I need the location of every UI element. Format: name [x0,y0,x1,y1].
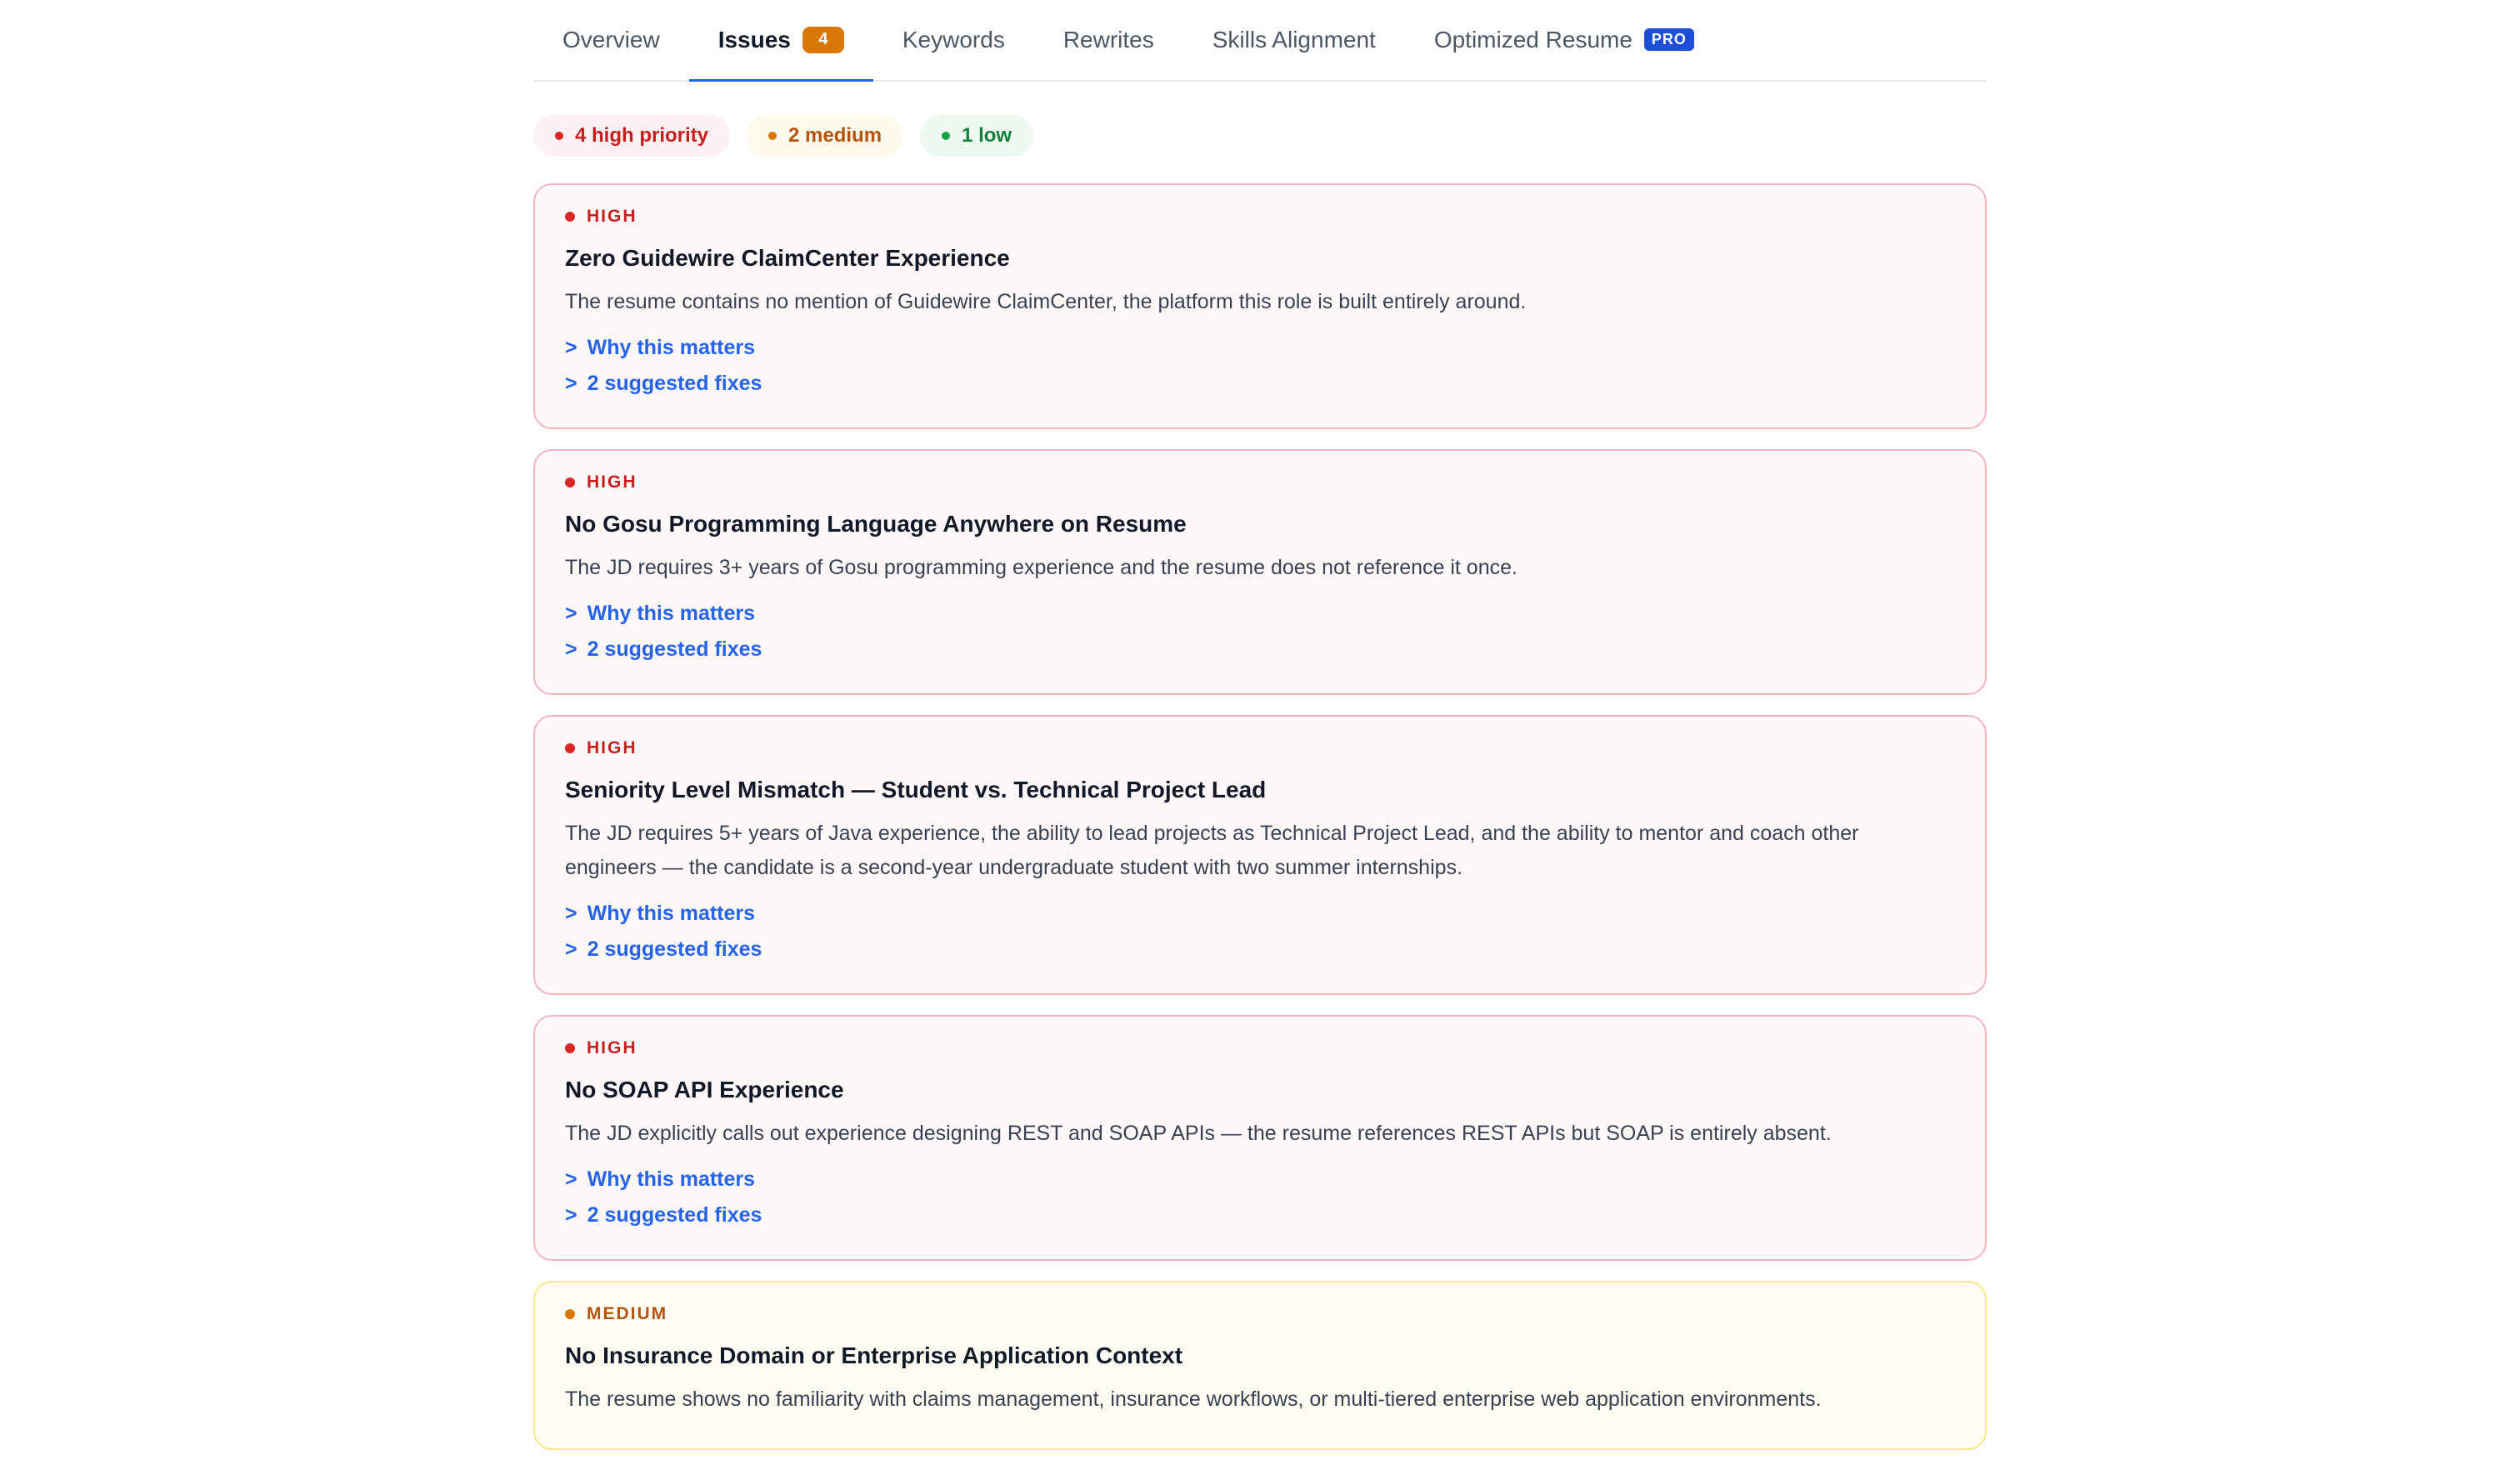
severity-label: MEDIUM [565,1304,1955,1324]
tab-label: Keywords [902,26,1005,52]
chevron-right-icon: > [565,638,578,661]
issues-panel: Overview Issues 4 Keywords Rewrites Skill… [533,0,1987,1470]
severity-dot-icon [565,1309,575,1319]
toggle-label: 2 suggested fixes [587,638,762,661]
chevron-right-icon: > [565,1203,578,1227]
toggle-label: Why this matters [587,602,756,625]
chevron-right-icon: > [565,602,578,625]
severity-text: HIGH [587,738,638,758]
issue-description: The JD requires 3+ years of Gosu program… [565,556,1518,579]
pill-label: 1 low [962,124,1012,147]
tab-bar: Overview Issues 4 Keywords Rewrites Skill… [533,0,1987,82]
tab-label: Issues [718,26,791,52]
toggle-label: 2 suggested fixes [587,372,762,395]
severity-label: HIGH [565,738,1955,758]
tab-overview[interactable]: Overview [533,0,689,82]
issue-card: HIGH Zero Guidewire ClaimCenter Experien… [533,183,1987,429]
pill-label: 4 high priority [575,124,709,147]
severity-dot-icon [565,1043,575,1053]
chevron-right-icon: > [565,1168,578,1191]
suggested-fixes-toggle[interactable]: >2 suggested fixes [565,1203,1955,1228]
tab-label: Skills Alignment [1212,26,1376,52]
why-this-matters-toggle[interactable]: > Why this matters [565,902,1955,926]
high-priority-pill[interactable]: 4 high priority [533,115,731,157]
why-this-matters-toggle[interactable]: > Why this matters [565,602,1955,626]
tab-label: Overview [562,26,660,52]
issues-count-badge: 4 [802,26,844,53]
tab-optimized-resume[interactable]: Optimized Resume PRO [1405,0,1723,82]
tab-issues[interactable]: Issues 4 [688,0,873,82]
severity-label: HIGH [565,207,1955,227]
toggle-label: 2 suggested fixes [587,938,762,961]
toggle-label: 2 suggested fixes [587,1203,762,1227]
tab-keywords[interactable]: Keywords [873,0,1034,82]
severity-dot-icon [565,478,575,488]
severity-label: HIGH [565,1038,1955,1058]
issue-title: Zero Guidewire ClaimCenter Experience [565,245,1010,271]
tab-rewrites[interactable]: Rewrites [1034,0,1183,82]
issue-title: No Insurance Domain or Enterprise Applic… [565,1342,1183,1368]
tab-label: Rewrites [1062,26,1154,52]
medium-priority-pill[interactable]: 2 medium [747,115,904,157]
severity-text: HIGH [587,207,638,226]
why-this-matters-toggle[interactable]: > Why this matters [565,336,1955,360]
severity-text: HIGH [587,1038,638,1058]
issue-card: HIGH No Gosu Programming Language Anywhe… [533,449,1987,695]
severity-text: HIGH [587,472,638,492]
low-priority-pill[interactable]: 1 low [920,115,1034,157]
issue-description: The resume contains no mention of Guidew… [565,290,1527,313]
medium-dot-icon [768,132,778,140]
chevron-right-icon: > [565,902,578,925]
tab-skills-alignment[interactable]: Skills Alignment [1183,0,1405,82]
issue-card: HIGH Seniority Level Mismatch — Student … [533,715,1987,995]
toggle-label: Why this matters [587,336,756,359]
tab-label: Optimized Resume [1433,26,1632,52]
pro-badge: PRO [1643,28,1694,51]
high-dot-icon [555,132,563,140]
issue-description: The JD explicitly calls out experience d… [565,1122,1832,1145]
toggle-label: Why this matters [587,902,756,925]
pill-label: 2 medium [788,124,882,147]
severity-dot-icon [565,212,575,222]
severity-dot-icon [565,743,575,753]
chevron-right-icon: > [565,938,578,961]
issue-description: The JD requires 5+ years of Java experie… [565,822,1859,879]
issue-description: The resume shows no familiarity with cla… [565,1388,1822,1411]
severity-text: MEDIUM [587,1304,668,1323]
toggle-label: Why this matters [587,1168,756,1191]
severity-summary: 4 high priority 2 medium 1 low [533,115,1987,157]
chevron-right-icon: > [565,372,578,395]
chevron-right-icon: > [565,336,578,359]
issue-title: No Gosu Programming Language Anywhere on… [565,511,1187,537]
issue-title: No SOAP API Experience [565,1077,844,1102]
issue-card: HIGH No SOAP API Experience The JD expli… [533,1015,1987,1261]
issue-card: MEDIUM No Insurance Domain or Enterprise… [533,1281,1987,1450]
suggested-fixes-toggle[interactable]: >2 suggested fixes [565,372,1955,396]
suggested-fixes-toggle[interactable]: >2 suggested fixes [565,938,1955,962]
suggested-fixes-toggle[interactable]: >2 suggested fixes [565,638,1955,662]
issue-title: Seniority Level Mismatch — Student vs. T… [565,777,1267,802]
severity-label: HIGH [565,472,1955,492]
why-this-matters-toggle[interactable]: > Why this matters [565,1168,1955,1192]
low-dot-icon [942,132,951,140]
